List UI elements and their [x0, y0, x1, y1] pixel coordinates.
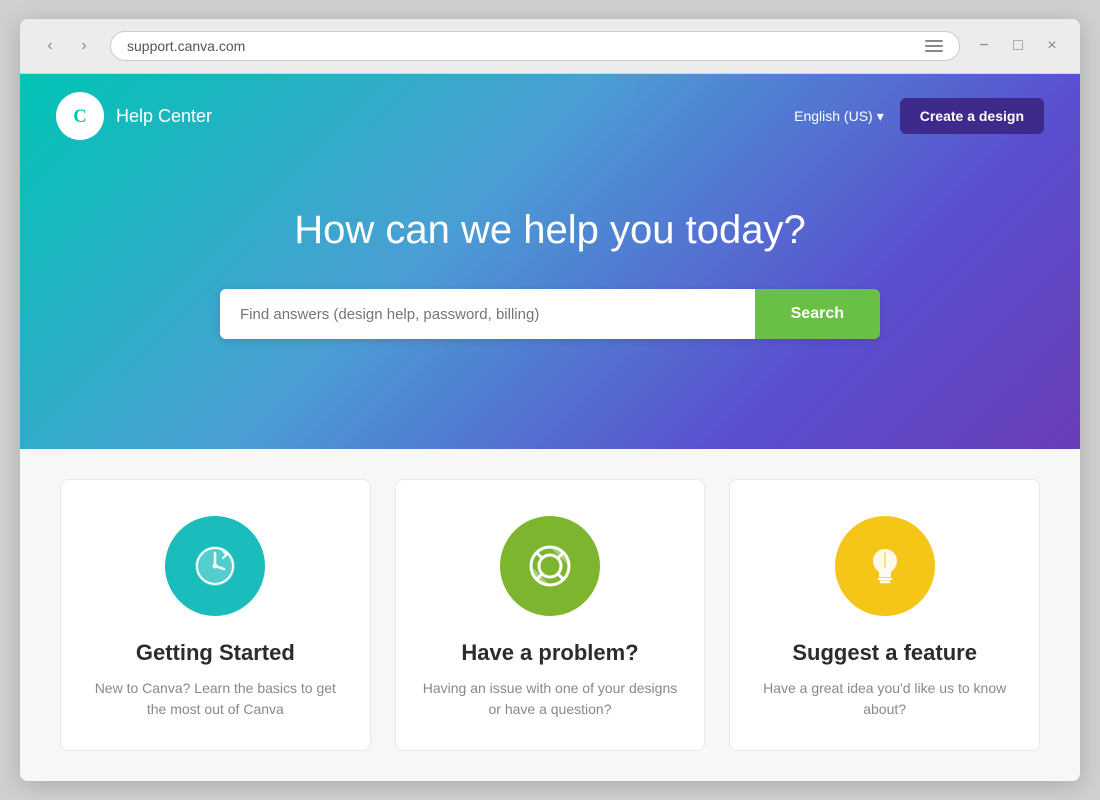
search-input[interactable] [220, 289, 755, 339]
forward-button[interactable]: › [70, 32, 98, 60]
maximize-button[interactable]: □ [1006, 34, 1030, 58]
lightbulb-icon [858, 539, 912, 593]
minimize-button[interactable]: − [972, 34, 996, 58]
clock-icon [188, 539, 242, 593]
getting-started-desc: New to Canva? Learn the basics to get th… [85, 678, 346, 720]
problem-icon [500, 516, 600, 616]
close-button[interactable]: × [1040, 34, 1064, 58]
nav-right: English (US) ▾ Create a design [794, 98, 1044, 134]
browser-nav: ‹ › [36, 32, 98, 60]
language-label: English (US) [794, 108, 873, 124]
problem-desc: Having an issue with one of your designs… [420, 678, 681, 720]
chevron-down-icon: ▾ [877, 108, 884, 125]
problem-title: Have a problem? [461, 640, 638, 666]
getting-started-icon [165, 516, 265, 616]
getting-started-title: Getting Started [136, 640, 295, 666]
card-have-a-problem[interactable]: Have a problem? Having an issue with one… [395, 479, 706, 751]
canva-logo: C [56, 92, 104, 140]
hero-content: How can we help you today? Search [20, 158, 1080, 399]
browser-chrome: ‹ › support.canva.com − □ × [20, 19, 1080, 74]
svg-text:C: C [73, 106, 87, 127]
canva-logo-svg: C [63, 99, 97, 133]
card-getting-started[interactable]: Getting Started New to Canva? Learn the … [60, 479, 371, 751]
card-suggest-feature[interactable]: Suggest a feature Have a great idea you'… [729, 479, 1040, 751]
feature-title: Suggest a feature [792, 640, 977, 666]
feature-icon [835, 516, 935, 616]
lifering-icon [523, 539, 577, 593]
forward-icon: › [81, 37, 86, 55]
cards-section: Getting Started New to Canva? Learn the … [20, 449, 1080, 781]
search-bar: Search [220, 289, 880, 339]
hero-section: C Help Center English (US) ▾ Create a de… [20, 74, 1080, 449]
feature-desc: Have a great idea you'd like us to know … [754, 678, 1015, 720]
brand: C Help Center [56, 92, 212, 140]
page-content: C Help Center English (US) ▾ Create a de… [20, 74, 1080, 781]
url-text: support.canva.com [127, 38, 245, 54]
language-selector[interactable]: English (US) ▾ [794, 108, 884, 125]
help-center-label: Help Center [116, 106, 212, 127]
address-bar[interactable]: support.canva.com [110, 31, 960, 61]
window-controls: − □ × [972, 34, 1064, 58]
browser-window: ‹ › support.canva.com − □ × [20, 19, 1080, 781]
create-design-button[interactable]: Create a design [900, 98, 1044, 134]
hero-nav: C Help Center English (US) ▾ Create a de… [20, 74, 1080, 158]
menu-icon[interactable] [925, 40, 943, 52]
back-icon: ‹ [47, 37, 52, 55]
back-button[interactable]: ‹ [36, 32, 64, 60]
hero-title: How can we help you today? [40, 208, 1060, 253]
search-button[interactable]: Search [755, 289, 880, 339]
